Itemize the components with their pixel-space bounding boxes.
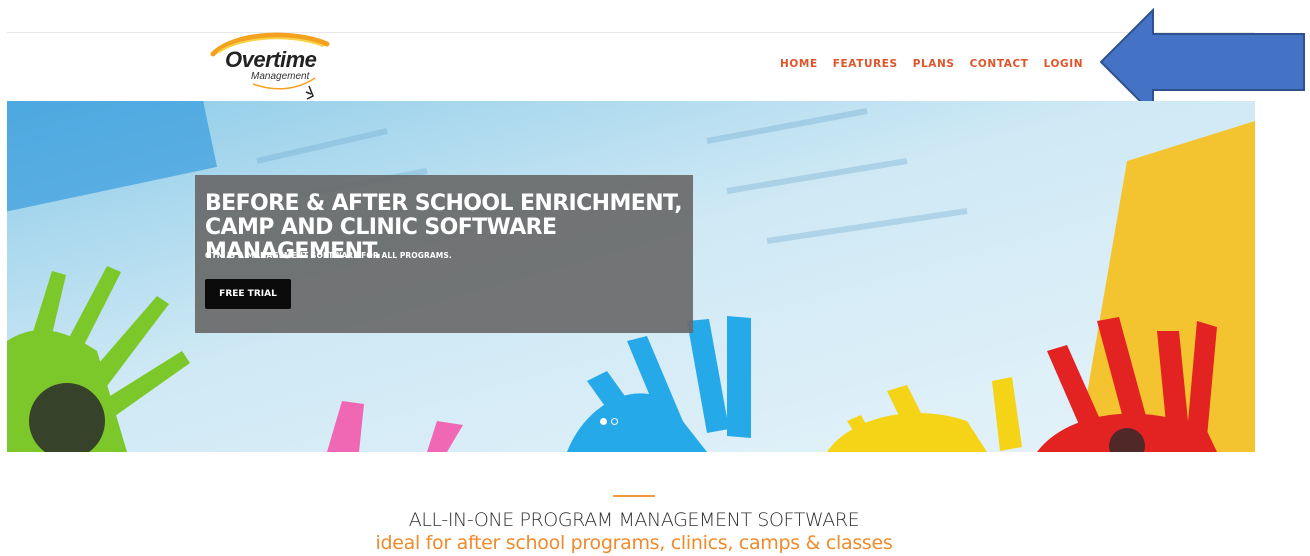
slide-dot-2[interactable] xyxy=(611,418,618,425)
site-logo[interactable]: Overtime Management xyxy=(205,30,330,102)
nav-plans[interactable]: PLANS xyxy=(913,58,955,70)
left-arrow-icon xyxy=(1099,8,1305,116)
nav-home[interactable]: HOME xyxy=(780,58,818,70)
section-heading: ALL-IN-ONE PROGRAM MANAGEMENT SOFTWARE xyxy=(408,509,860,531)
slider-pagination xyxy=(600,418,618,425)
nav-features[interactable]: FEATURES xyxy=(833,58,898,70)
logo-subtitle: Management xyxy=(251,71,310,82)
logo-wordmark: Overtime xyxy=(225,47,317,72)
hero-headline-line-1: BEFORE & AFTER SCHOOL ENRICHMENT, xyxy=(205,191,683,216)
section-tagline: ideal for after school programs, clinics… xyxy=(375,532,893,554)
hero-caption: BEFORE & AFTER SCHOOL ENRICHMENT, CAMP A… xyxy=(195,175,693,333)
free-trial-button[interactable]: FREE TRIAL xyxy=(205,279,291,309)
main-nav: HOME FEATURES PLANS CONTACT LOGIN xyxy=(780,58,1083,70)
slide-dot-1[interactable] xyxy=(600,418,607,425)
section-divider xyxy=(613,495,655,497)
nav-login[interactable]: LOGIN xyxy=(1044,58,1084,70)
hero-subheadline: OTM IS A MANAGEMENT SOFTWARE FOR ALL PRO… xyxy=(205,251,452,260)
nav-contact[interactable]: CONTACT xyxy=(970,58,1029,70)
